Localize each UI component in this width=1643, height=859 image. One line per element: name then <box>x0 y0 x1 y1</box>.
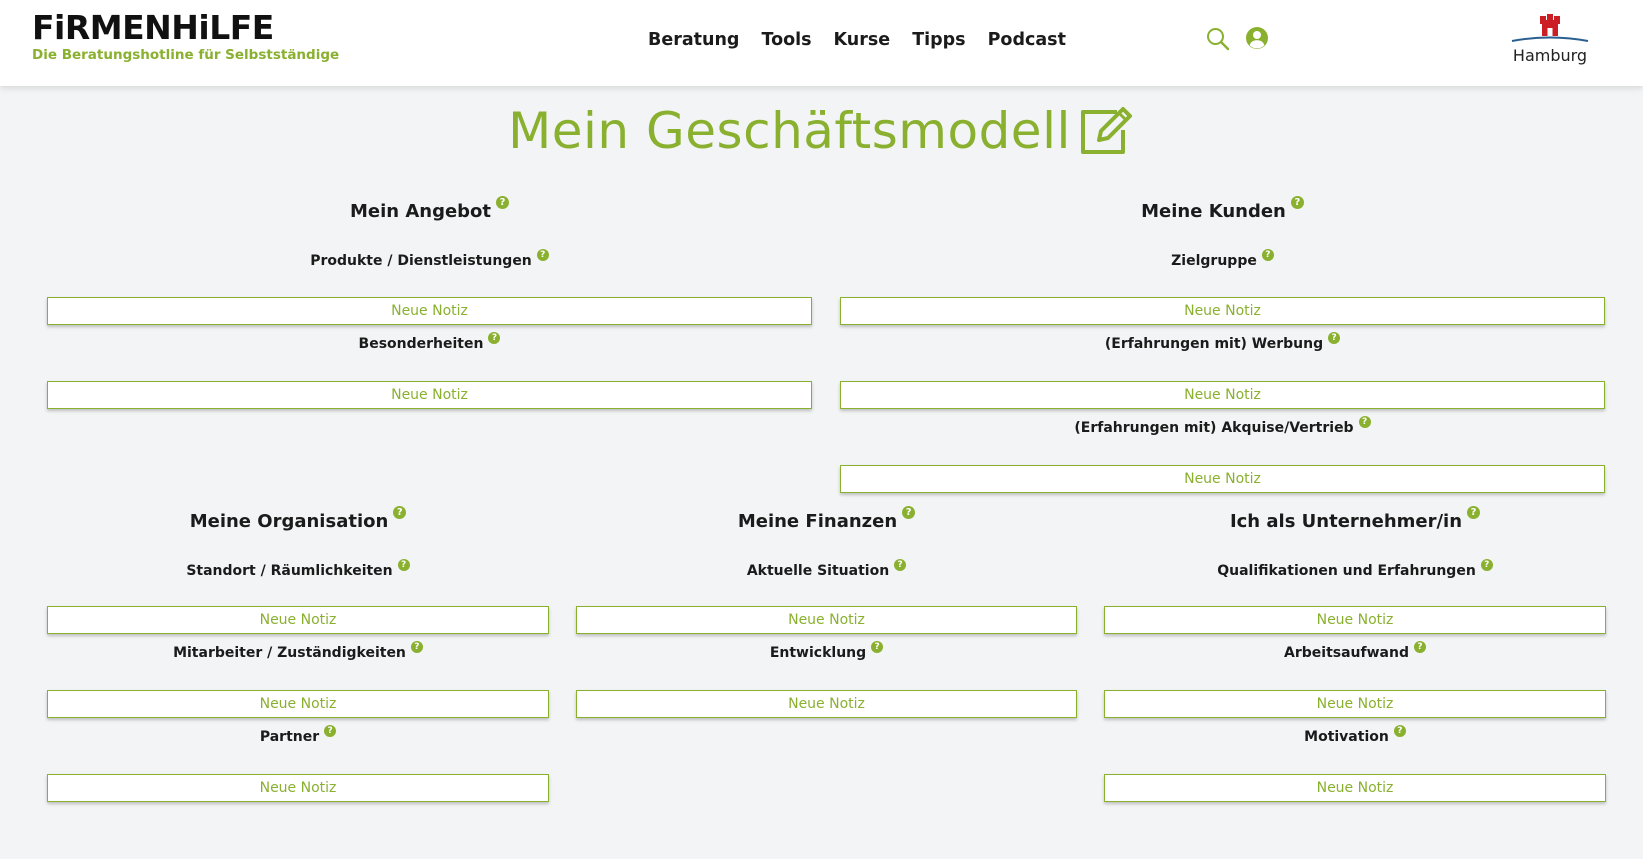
field-label-besonderheiten-text: Besonderheiten <box>358 336 484 352</box>
field-label-produkte-text: Produkte / Dienstleistungen <box>310 253 532 269</box>
section-heading-finanzen: Meine Finanzen? <box>576 506 1077 535</box>
help-icon[interactable]: ? <box>1413 641 1426 653</box>
help-icon[interactable]: ? <box>1358 416 1371 428</box>
search-icon[interactable] <box>1205 26 1231 52</box>
field-label-werbung-text: (Erfahrungen mit) Werbung <box>1104 336 1324 352</box>
new-note-button-akquise[interactable]: Neue Notiz <box>840 465 1605 493</box>
section-heading-kunden-text: Meine Kunden <box>1141 201 1286 222</box>
help-icon[interactable]: ? <box>902 506 916 519</box>
help-icon[interactable]: ? <box>1480 559 1493 571</box>
new-note-button-produkte[interactable]: Neue Notiz <box>47 297 812 325</box>
page-title: Mein Geschäftsmodell <box>0 96 1643 166</box>
user-account-icon[interactable] <box>1245 26 1271 52</box>
new-note-button-besonderheiten[interactable]: Neue Notiz <box>47 381 812 409</box>
new-note-button-motivation[interactable]: Neue Notiz <box>1104 774 1606 802</box>
new-note-button-arbeitsaufwand[interactable]: Neue Notiz <box>1104 690 1606 718</box>
new-note-button-werbung[interactable]: Neue Notiz <box>840 381 1605 409</box>
section-heading-organisation-text: Meine Organisation <box>189 511 389 532</box>
section-heading-angebot-text: Mein Angebot <box>349 201 492 222</box>
help-icon[interactable]: ? <box>1328 332 1341 344</box>
help-icon[interactable]: ? <box>1393 725 1406 737</box>
help-icon[interactable]: ? <box>496 196 510 209</box>
field-label-motivation-text: Motivation <box>1304 729 1389 745</box>
main-nav: Beratung Tools Kurse Tipps Podcast <box>648 28 1066 52</box>
section-heading-angebot: Mein Angebot? <box>47 196 812 225</box>
nav-item-podcast[interactable]: Podcast <box>988 28 1066 52</box>
field-label-entwicklung-text: Entwicklung <box>769 645 867 661</box>
field-label-aktuelle-situation: Aktuelle Situation? <box>576 559 1077 581</box>
edit-icon[interactable] <box>1077 104 1135 158</box>
section-heading-kunden: Meine Kunden? <box>840 196 1605 225</box>
field-label-standort-text: Standort / Räumlichkeiten <box>186 563 393 579</box>
section-heading-unternehmer-text: Ich als Unternehmer/in <box>1229 511 1463 532</box>
help-icon[interactable]: ? <box>1290 196 1304 209</box>
logo-tagline: Die Beratungshotline für Selbstständige <box>32 47 340 63</box>
field-label-werbung: (Erfahrungen mit) Werbung? <box>840 332 1605 354</box>
help-icon[interactable]: ? <box>1261 249 1274 261</box>
nav-item-tipps[interactable]: Tipps <box>912 28 965 52</box>
new-note-button-mitarbeiter[interactable]: Neue Notiz <box>47 690 549 718</box>
help-icon[interactable]: ? <box>536 249 549 261</box>
field-label-arbeitsaufwand-text: Arbeitsaufwand <box>1284 645 1409 661</box>
new-note-button-partner[interactable]: Neue Notiz <box>47 774 549 802</box>
help-icon[interactable]: ? <box>397 559 410 571</box>
hamburg-logo[interactable]: Hamburg <box>1508 14 1592 65</box>
help-icon[interactable]: ? <box>410 641 423 653</box>
field-label-qualifikationen-text: Qualifikationen und Erfahrungen <box>1217 563 1476 579</box>
field-label-mitarbeiter-text: Mitarbeiter / Zuständigkeiten <box>173 645 406 661</box>
field-label-akquise: (Erfahrungen mit) Akquise/Vertrieb? <box>840 416 1605 438</box>
nav-item-tools[interactable]: Tools <box>761 28 811 52</box>
new-note-button-standort[interactable]: Neue Notiz <box>47 606 549 634</box>
help-icon[interactable]: ? <box>871 641 884 653</box>
firmenhilfe-logo[interactable]: FiRMENHiLFE Die Beratungshotline für Sel… <box>32 8 340 64</box>
nav-item-beratung[interactable]: Beratung <box>648 28 739 52</box>
site-header: FiRMENHiLFE Die Beratungshotline für Sel… <box>0 0 1643 86</box>
new-note-button-qualifikationen[interactable]: Neue Notiz <box>1104 606 1606 634</box>
field-label-qualifikationen: Qualifikationen und Erfahrungen? <box>1104 559 1606 581</box>
field-label-aktuelle-situation-text: Aktuelle Situation <box>746 563 890 579</box>
field-label-arbeitsaufwand: Arbeitsaufwand? <box>1104 641 1606 663</box>
field-label-motivation: Motivation? <box>1104 725 1606 747</box>
help-icon[interactable]: ? <box>324 725 337 737</box>
new-note-button-aktuelle-situation[interactable]: Neue Notiz <box>576 606 1077 634</box>
hamburg-castle-icon <box>1511 14 1589 42</box>
field-label-zielgruppe-text: Zielgruppe <box>1171 253 1257 269</box>
page-title-text: Mein Geschäftsmodell <box>508 102 1071 160</box>
field-label-mitarbeiter: Mitarbeiter / Zuständigkeiten? <box>47 641 549 663</box>
section-heading-finanzen-text: Meine Finanzen <box>737 511 898 532</box>
section-heading-organisation: Meine Organisation? <box>47 506 549 535</box>
help-icon[interactable]: ? <box>393 506 407 519</box>
field-label-standort: Standort / Räumlichkeiten? <box>47 559 549 581</box>
help-icon[interactable]: ? <box>894 559 907 571</box>
section-heading-unternehmer: Ich als Unternehmer/in? <box>1104 506 1606 535</box>
hamburg-label: Hamburg <box>1512 46 1588 65</box>
new-note-button-zielgruppe[interactable]: Neue Notiz <box>840 297 1605 325</box>
field-label-produkte: Produkte / Dienstleistungen? <box>47 249 812 271</box>
new-note-button-entwicklung[interactable]: Neue Notiz <box>576 690 1077 718</box>
field-label-besonderheiten: Besonderheiten? <box>47 332 812 354</box>
field-label-akquise-text: (Erfahrungen mit) Akquise/Vertrieb <box>1074 420 1354 436</box>
help-icon[interactable]: ? <box>488 332 501 344</box>
logo-wordmark: FiRMENHiLFE <box>32 8 274 47</box>
field-label-partner: Partner? <box>47 725 549 747</box>
field-label-zielgruppe: Zielgruppe? <box>840 249 1605 271</box>
nav-item-kurse[interactable]: Kurse <box>834 28 891 52</box>
field-label-partner-text: Partner <box>259 729 320 745</box>
help-icon[interactable]: ? <box>1467 506 1481 519</box>
field-label-entwicklung: Entwicklung? <box>576 641 1077 663</box>
